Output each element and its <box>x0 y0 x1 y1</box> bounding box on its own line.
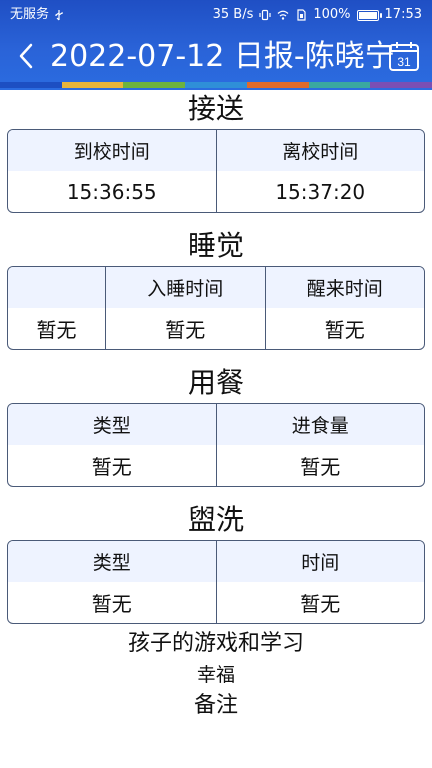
vibrate-icon <box>259 9 271 21</box>
transfer-value-row: 15:36:55 15:37:20 <box>8 171 424 212</box>
battery-percent-text: 100% <box>313 7 351 22</box>
status-right: 35 B/s 100% 17:53 <box>213 0 422 30</box>
clock-text: 17:53 <box>384 7 422 22</box>
usb-icon <box>55 10 63 21</box>
wash-card: 类型 时间 暂无 暂无 <box>7 540 425 624</box>
games-title: 孩子的游戏和学习 <box>127 631 304 656</box>
arrival-time-header: 到校时间 <box>8 130 217 171</box>
remarks-title: 备注 <box>193 693 238 718</box>
net-speed-text: 35 B/s <box>212 7 254 22</box>
arrival-time-value: 15:36:55 <box>8 171 217 212</box>
color-strip-segment <box>61 82 124 88</box>
color-strip-segment <box>370 82 432 88</box>
carrier-text: 无服务 <box>10 7 50 22</box>
sleep-card: 入睡时间 醒来时间 暂无 暂无 暂无 <box>7 266 425 350</box>
report-content: 接送 到校时间 离校时间 15:36:55 15:37:20 睡觉 入睡时间 醒… <box>0 90 432 722</box>
meal-card: 类型 进食量 暂无 暂无 <box>7 403 425 487</box>
wash-time-value: 暂无 <box>300 592 341 616</box>
transfer-header-row: 到校时间 离校时间 <box>8 130 424 171</box>
meal-header-row: 类型 进食量 <box>8 404 424 445</box>
wifi-icon <box>277 10 289 20</box>
section-title-transfer: 接送 <box>187 92 244 125</box>
color-strip-segment <box>185 82 247 88</box>
sleep-value-row: 暂无 暂无 暂无 <box>8 308 424 349</box>
sleep-blank-header <box>8 267 107 308</box>
wash-header-row: 类型 时间 <box>8 541 424 582</box>
color-strip-segment <box>246 82 309 88</box>
wash-type-header: 类型 <box>8 541 217 582</box>
meal-type-value: 暂无 <box>8 445 217 486</box>
app-header: 无服务 35 B/s 100% 17:53 2022-07-12 日报-陈晓宁 … <box>0 0 432 90</box>
sleep-header-row: 入睡时间 醒来时间 <box>8 267 424 308</box>
calendar-button[interactable]: 31 <box>388 40 420 72</box>
back-button[interactable] <box>10 38 42 74</box>
sleep-start-header: 入睡时间 <box>106 267 266 308</box>
meal-amount-header: 进食量 <box>291 415 349 437</box>
wake-time-value: 暂无 <box>324 318 365 342</box>
sleep-first-value: 暂无 <box>8 308 107 349</box>
meal-amount-value: 暂无 <box>300 455 341 479</box>
calendar-icon: 31 <box>389 42 419 71</box>
wake-time-header: 醒来时间 <box>306 278 383 300</box>
wash-value-row: 暂无 暂无 <box>8 582 424 623</box>
color-strip <box>0 82 432 88</box>
title-bar: 2022-07-12 日报-陈晓宁 31 <box>0 30 432 82</box>
color-strip-segment <box>123 82 186 88</box>
wash-time-header: 时间 <box>301 552 340 574</box>
sim-icon <box>297 9 306 21</box>
section-title-wash: 盥洗 <box>187 503 244 536</box>
battery-fill <box>358 11 377 19</box>
games-value: 幸福 <box>196 664 235 686</box>
meal-type-header: 类型 <box>8 404 217 445</box>
sleep-start-value: 暂无 <box>106 308 266 349</box>
status-left: 无服务 <box>10 0 65 30</box>
departure-time-header: 离校时间 <box>282 141 359 163</box>
page-title: 2022-07-12 日报-陈晓宁 <box>50 39 395 74</box>
calendar-day-text: 31 <box>397 55 411 69</box>
section-title-meal: 用餐 <box>187 366 244 399</box>
transfer-card: 到校时间 离校时间 15:36:55 15:37:20 <box>7 129 425 213</box>
color-strip-segment <box>0 82 62 88</box>
battery-icon <box>356 9 382 21</box>
meal-value-row: 暂无 暂无 <box>8 445 424 486</box>
departure-time-value: 15:37:20 <box>275 179 366 204</box>
wash-type-value: 暂无 <box>8 582 217 623</box>
color-strip-segment <box>308 82 371 88</box>
chevron-left-icon <box>19 43 33 69</box>
section-title-sleep: 睡觉 <box>187 229 244 262</box>
status-bar: 无服务 35 B/s 100% 17:53 <box>0 0 432 30</box>
